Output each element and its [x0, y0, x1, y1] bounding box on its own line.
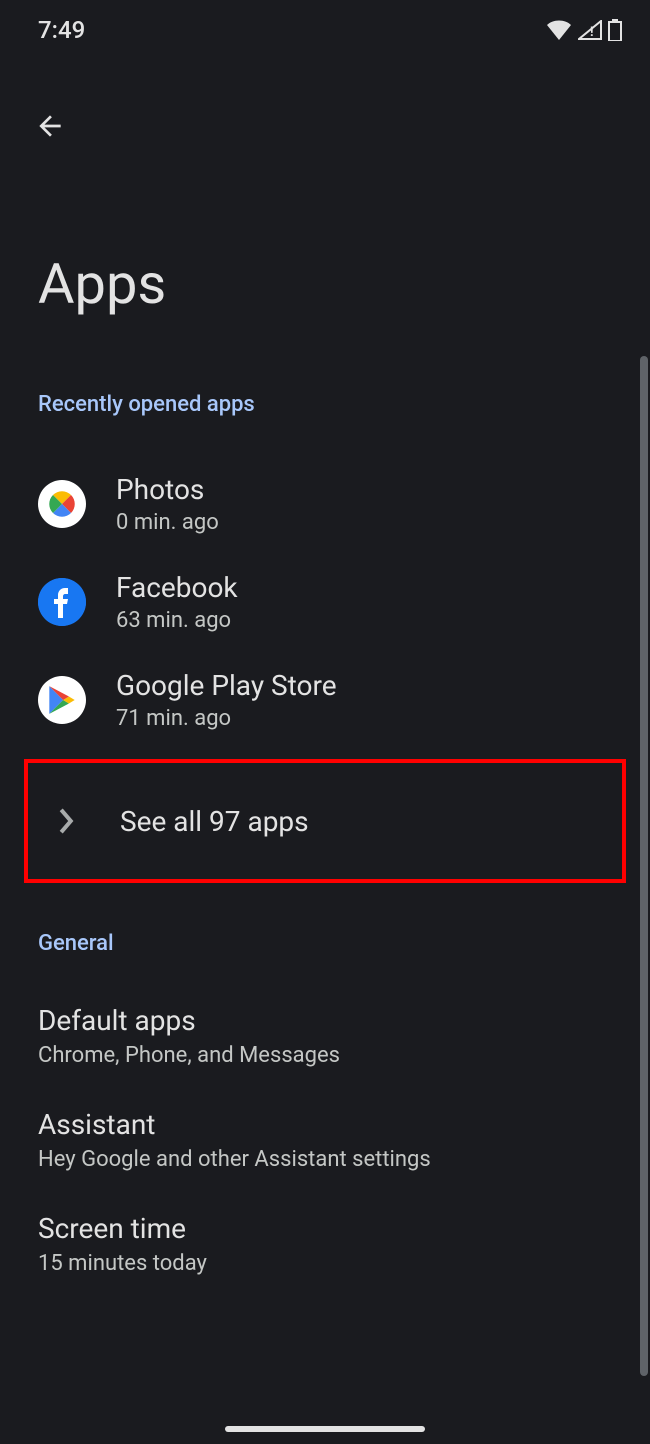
app-item-photos[interactable]: Photos 0 min. ago [0, 455, 650, 553]
general-title: Screen time [38, 1212, 612, 1245]
section-header-recent: Recently opened apps [0, 312, 650, 417]
general-title: Default apps [38, 1004, 612, 1037]
app-item-facebook[interactable]: Facebook 63 min. ago [0, 553, 650, 651]
app-subtitle: 0 min. ago [116, 510, 219, 535]
chevron-right-icon [42, 797, 90, 845]
app-info: Facebook 63 min. ago [116, 571, 238, 633]
status-time: 7:49 [38, 16, 85, 44]
arrow-left-icon [34, 110, 66, 142]
app-name: Google Play Store [116, 669, 337, 702]
app-bar [0, 56, 650, 146]
page-title: Apps [0, 146, 650, 312]
app-info: Google Play Store 71 min. ago [116, 669, 337, 731]
facebook-icon [38, 578, 86, 626]
app-name: Photos [116, 473, 219, 506]
section-header-general: General [0, 883, 650, 956]
general-subtitle: 15 minutes today [38, 1251, 612, 1276]
nav-indicator[interactable] [225, 1426, 425, 1432]
wifi-icon [546, 20, 572, 40]
recent-apps-list: Photos 0 min. ago Facebook 63 min. ago G [0, 417, 650, 883]
signal-icon: ! [578, 20, 602, 40]
scrollbar[interactable] [640, 356, 648, 1376]
general-item-default-apps[interactable]: Default apps Chrome, Phone, and Messages [0, 984, 650, 1088]
playstore-icon [38, 676, 86, 724]
status-icons: ! [546, 19, 622, 41]
svg-text:!: ! [590, 25, 594, 40]
status-bar: 7:49 ! [0, 0, 650, 56]
app-subtitle: 71 min. ago [116, 706, 337, 731]
general-item-screen-time[interactable]: Screen time 15 minutes today [0, 1192, 650, 1296]
general-list: Default apps Chrome, Phone, and Messages… [0, 956, 650, 1296]
app-name: Facebook [116, 571, 238, 604]
photos-icon [38, 480, 86, 528]
general-subtitle: Chrome, Phone, and Messages [38, 1043, 612, 1068]
app-item-playstore[interactable]: Google Play Store 71 min. ago [0, 651, 650, 749]
app-info: Photos 0 min. ago [116, 473, 219, 535]
back-button[interactable] [30, 106, 70, 146]
see-all-label: See all 97 apps [120, 805, 309, 838]
general-subtitle: Hey Google and other Assistant settings [38, 1147, 612, 1172]
battery-icon [608, 19, 622, 41]
general-item-assistant[interactable]: Assistant Hey Google and other Assistant… [0, 1088, 650, 1192]
app-subtitle: 63 min. ago [116, 608, 238, 633]
general-title: Assistant [38, 1108, 612, 1141]
see-all-apps-button[interactable]: See all 97 apps [24, 759, 626, 883]
